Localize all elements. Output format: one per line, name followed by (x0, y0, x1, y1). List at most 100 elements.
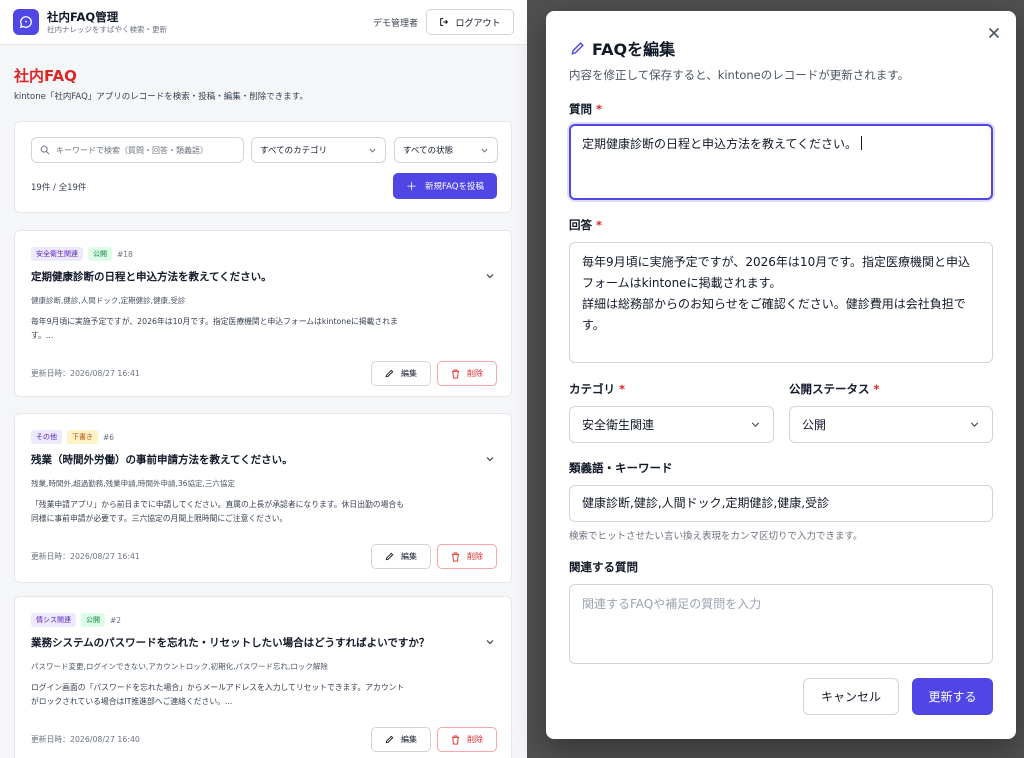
logout-label: ログアウト (455, 18, 501, 29)
close-icon[interactable] (986, 25, 1002, 41)
status-value: 公開 (802, 418, 827, 432)
app-title: 社内FAQ管理 (47, 9, 119, 24)
category-filter-select[interactable]: すべてのカテゴリ (251, 137, 386, 163)
category-value: 安全衛生関連 (582, 418, 655, 432)
chat-bubble-icon (13, 9, 39, 35)
question-value: 定期健康診断の日程と申込方法を教えてください。 (582, 137, 858, 151)
edit-label: 編集 (401, 735, 417, 744)
related-questions-label: 関連する質問 (569, 560, 638, 574)
faq-keywords: パスワード変更,ログインできない,アカウントロック,初期化,パスワード忘れ,ロッ… (31, 662, 328, 671)
edit-label: 編集 (401, 552, 417, 561)
edit-button[interactable]: 編集 (371, 727, 431, 752)
faq-answer: 毎年9月頃に実施予定ですが、2026年は10月です。指定医療機関と申込フォームは… (31, 317, 398, 340)
plus-icon: ＋ (406, 180, 418, 193)
status-badge: 下書き (67, 430, 98, 444)
chevron-down-icon[interactable] (485, 271, 495, 281)
faq-question: 業務システムのパスワードを忘れた・リセットしたい場合はどうすればよいですか？ (31, 637, 430, 649)
required-mark: * (596, 218, 603, 232)
edit-label: 編集 (401, 369, 417, 378)
status-select[interactable]: 公開 (789, 406, 993, 443)
status-filter-select[interactable]: すべての状態 (394, 137, 498, 163)
keywords-label: 類義語・キーワード (569, 461, 673, 475)
category-label: カテゴリ * (569, 382, 626, 396)
new-faq-label: 新規FAQを投稿 (425, 182, 484, 192)
search-input[interactable]: キーワードで検索（質問・回答・類義語） (31, 137, 244, 163)
delete-label: 削除 (467, 552, 483, 561)
delete-button[interactable]: 削除 (437, 544, 497, 569)
new-faq-button[interactable]: ＋ 新規FAQを投稿 (393, 173, 497, 199)
chevron-down-icon[interactable] (485, 637, 495, 647)
edit-button[interactable]: 編集 (371, 544, 431, 569)
faq-updated: 更新日時：2026/08/27 16:41 (31, 552, 140, 561)
question-label: 質問 * (569, 102, 603, 116)
faq-card: 情シス関連 公開 #2 業務システムのパスワードを忘れた・リセットしたい場合はど… (14, 596, 512, 758)
delete-button[interactable]: 削除 (437, 727, 497, 752)
page-title: 社内FAQ (14, 67, 77, 85)
delete-label: 削除 (467, 735, 483, 744)
search-placeholder: キーワードで検索（質問・回答・類義語） (56, 145, 208, 155)
search-icon (40, 145, 50, 155)
answer-textarea[interactable]: 毎年9月頃に実施予定ですが、2026年は10月です。指定医療機関と申込フォームは… (569, 242, 993, 363)
faq-list-pane: 社内FAQ管理 社内ナレッジをすばやく検索・更新 デモ管理者 ログアウト 社内F… (0, 0, 527, 758)
result-count: 19件 / 全19件 (31, 183, 87, 193)
faq-updated: 更新日時：2026/08/27 16:40 (31, 735, 140, 744)
update-button[interactable]: 更新する (912, 678, 993, 715)
trash-icon (451, 552, 460, 561)
category-select[interactable]: 安全衛生関連 (569, 406, 774, 443)
chevron-down-icon (481, 148, 488, 153)
status-filter-value: すべての状態 (403, 146, 454, 156)
keywords-help-text: 検索でヒットさせたい言い換え表現をカンマ区切りで入力できます。 (569, 531, 863, 542)
delete-label: 削除 (467, 369, 483, 378)
pencil-icon (385, 735, 394, 744)
status-badge: 公開 (88, 247, 112, 261)
required-mark: * (873, 382, 880, 396)
chevron-down-icon (751, 422, 760, 428)
chevron-down-icon (970, 422, 979, 428)
faq-keywords: 健康診断,健診,人間ドック,定期健診,健康,受診 (31, 296, 186, 305)
trash-icon (451, 735, 460, 744)
app-subtitle: 社内ナレッジをすばやく検索・更新 (47, 24, 167, 34)
chevron-down-icon[interactable] (485, 454, 495, 464)
category-badge: 情シス関連 (31, 613, 76, 627)
faq-updated: 更新日時：2026/08/27 16:41 (31, 369, 140, 378)
related-placeholder: 関連するFAQや補足の質問を入力 (582, 597, 762, 611)
user-name: デモ管理者 (372, 18, 418, 29)
keywords-value: 健康診断,健診,人間ドック,定期健診,健康,受診 (582, 496, 830, 510)
delete-button[interactable]: 削除 (437, 361, 497, 386)
required-mark: * (619, 382, 626, 396)
faq-answer: 「残業申請アプリ」から前日までに申請してください。直属の上長が承認者になります。… (31, 500, 404, 523)
status-badge: 公開 (81, 613, 105, 627)
dialog-description: 内容を修正して保存すると、kintoneのレコードが更新されます。 (569, 68, 910, 82)
keywords-input[interactable]: 健康診断,健診,人間ドック,定期健診,健康,受診 (569, 485, 993, 522)
faq-card: 安全衛生関連 公開 #18 定期健康診断の日程と申込方法を教えてください。 健康… (14, 230, 512, 397)
cancel-button[interactable]: キャンセル (803, 678, 899, 715)
related-questions-textarea[interactable]: 関連するFAQや補足の質問を入力 (569, 584, 993, 664)
faq-id: #2 (110, 615, 122, 625)
answer-label: 回答 * (569, 218, 603, 232)
question-textarea[interactable]: 定期健康診断の日程と申込方法を教えてください。 (569, 124, 993, 200)
status-label: 公開ステータス * (789, 382, 880, 396)
answer-line: 毎年9月頃に実施予定ですが、2026年は10月です。指定医療機関と申込フォームは… (582, 255, 971, 290)
answer-line: 詳細は総務部からのお知らせをご確認ください。健診費用は会社負担です。 (582, 297, 966, 332)
page-description: kintone「社内FAQ」アプリのレコードを検索・投稿・編集・削除できます。 (14, 92, 308, 102)
trash-icon (451, 369, 460, 378)
edit-faq-dialog: FAQを編集 内容を修正して保存すると、kintoneのレコードが更新されます。… (546, 11, 1016, 739)
edit-button[interactable]: 編集 (371, 361, 431, 386)
required-mark: * (596, 102, 603, 116)
category-filter-value: すべてのカテゴリ (260, 146, 328, 156)
category-badge: 安全衛生関連 (31, 247, 83, 261)
faq-question: 残業（時間外労働）の事前申請方法を教えてください。 (31, 454, 293, 466)
search-panel: キーワードで検索（質問・回答・類義語） すべてのカテゴリ すべての状態 19件 … (14, 121, 512, 213)
faq-card: その他 下書き #6 残業（時間外労働）の事前申請方法を教えてください。 残業,… (14, 413, 512, 583)
pencil-icon (385, 369, 394, 378)
logout-button[interactable]: ログアウト (426, 9, 514, 35)
top-bar: 社内FAQ管理 社内ナレッジをすばやく検索・更新 デモ管理者 ログアウト (0, 0, 527, 45)
dialog-title: FAQを編集 (592, 40, 676, 59)
faq-id: #18 (117, 249, 133, 259)
faq-keywords: 残業,時間外,超過勤務,残業申請,時間外申請,36協定,三六協定 (31, 479, 235, 488)
faq-id: #6 (103, 432, 115, 442)
pencil-icon (571, 41, 584, 55)
pencil-icon (385, 552, 394, 561)
faq-answer: ログイン画面の「パスワードを忘れた場合」からメールアドレスを入力してリセットでき… (31, 683, 405, 706)
faq-question: 定期健康診断の日程と申込方法を教えてください。 (31, 271, 272, 283)
